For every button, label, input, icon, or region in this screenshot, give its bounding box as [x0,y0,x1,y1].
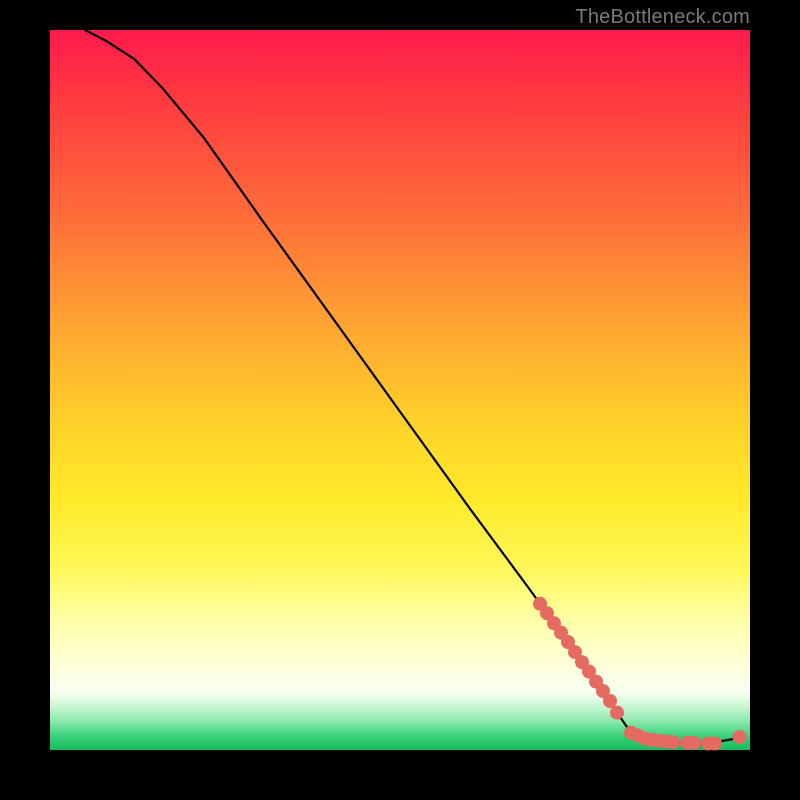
data-dots [534,597,747,750]
data-dot [611,706,624,719]
chart-overlay [50,30,750,750]
data-dot [688,736,701,749]
chart-frame: TheBottleneck.com [0,0,800,800]
data-dot [667,736,680,749]
data-dot [733,731,746,744]
plot-area [50,30,750,750]
bottleneck-curve [85,30,736,744]
data-dot [604,695,617,708]
attribution-label: TheBottleneck.com [575,6,750,29]
data-dot [709,737,722,750]
